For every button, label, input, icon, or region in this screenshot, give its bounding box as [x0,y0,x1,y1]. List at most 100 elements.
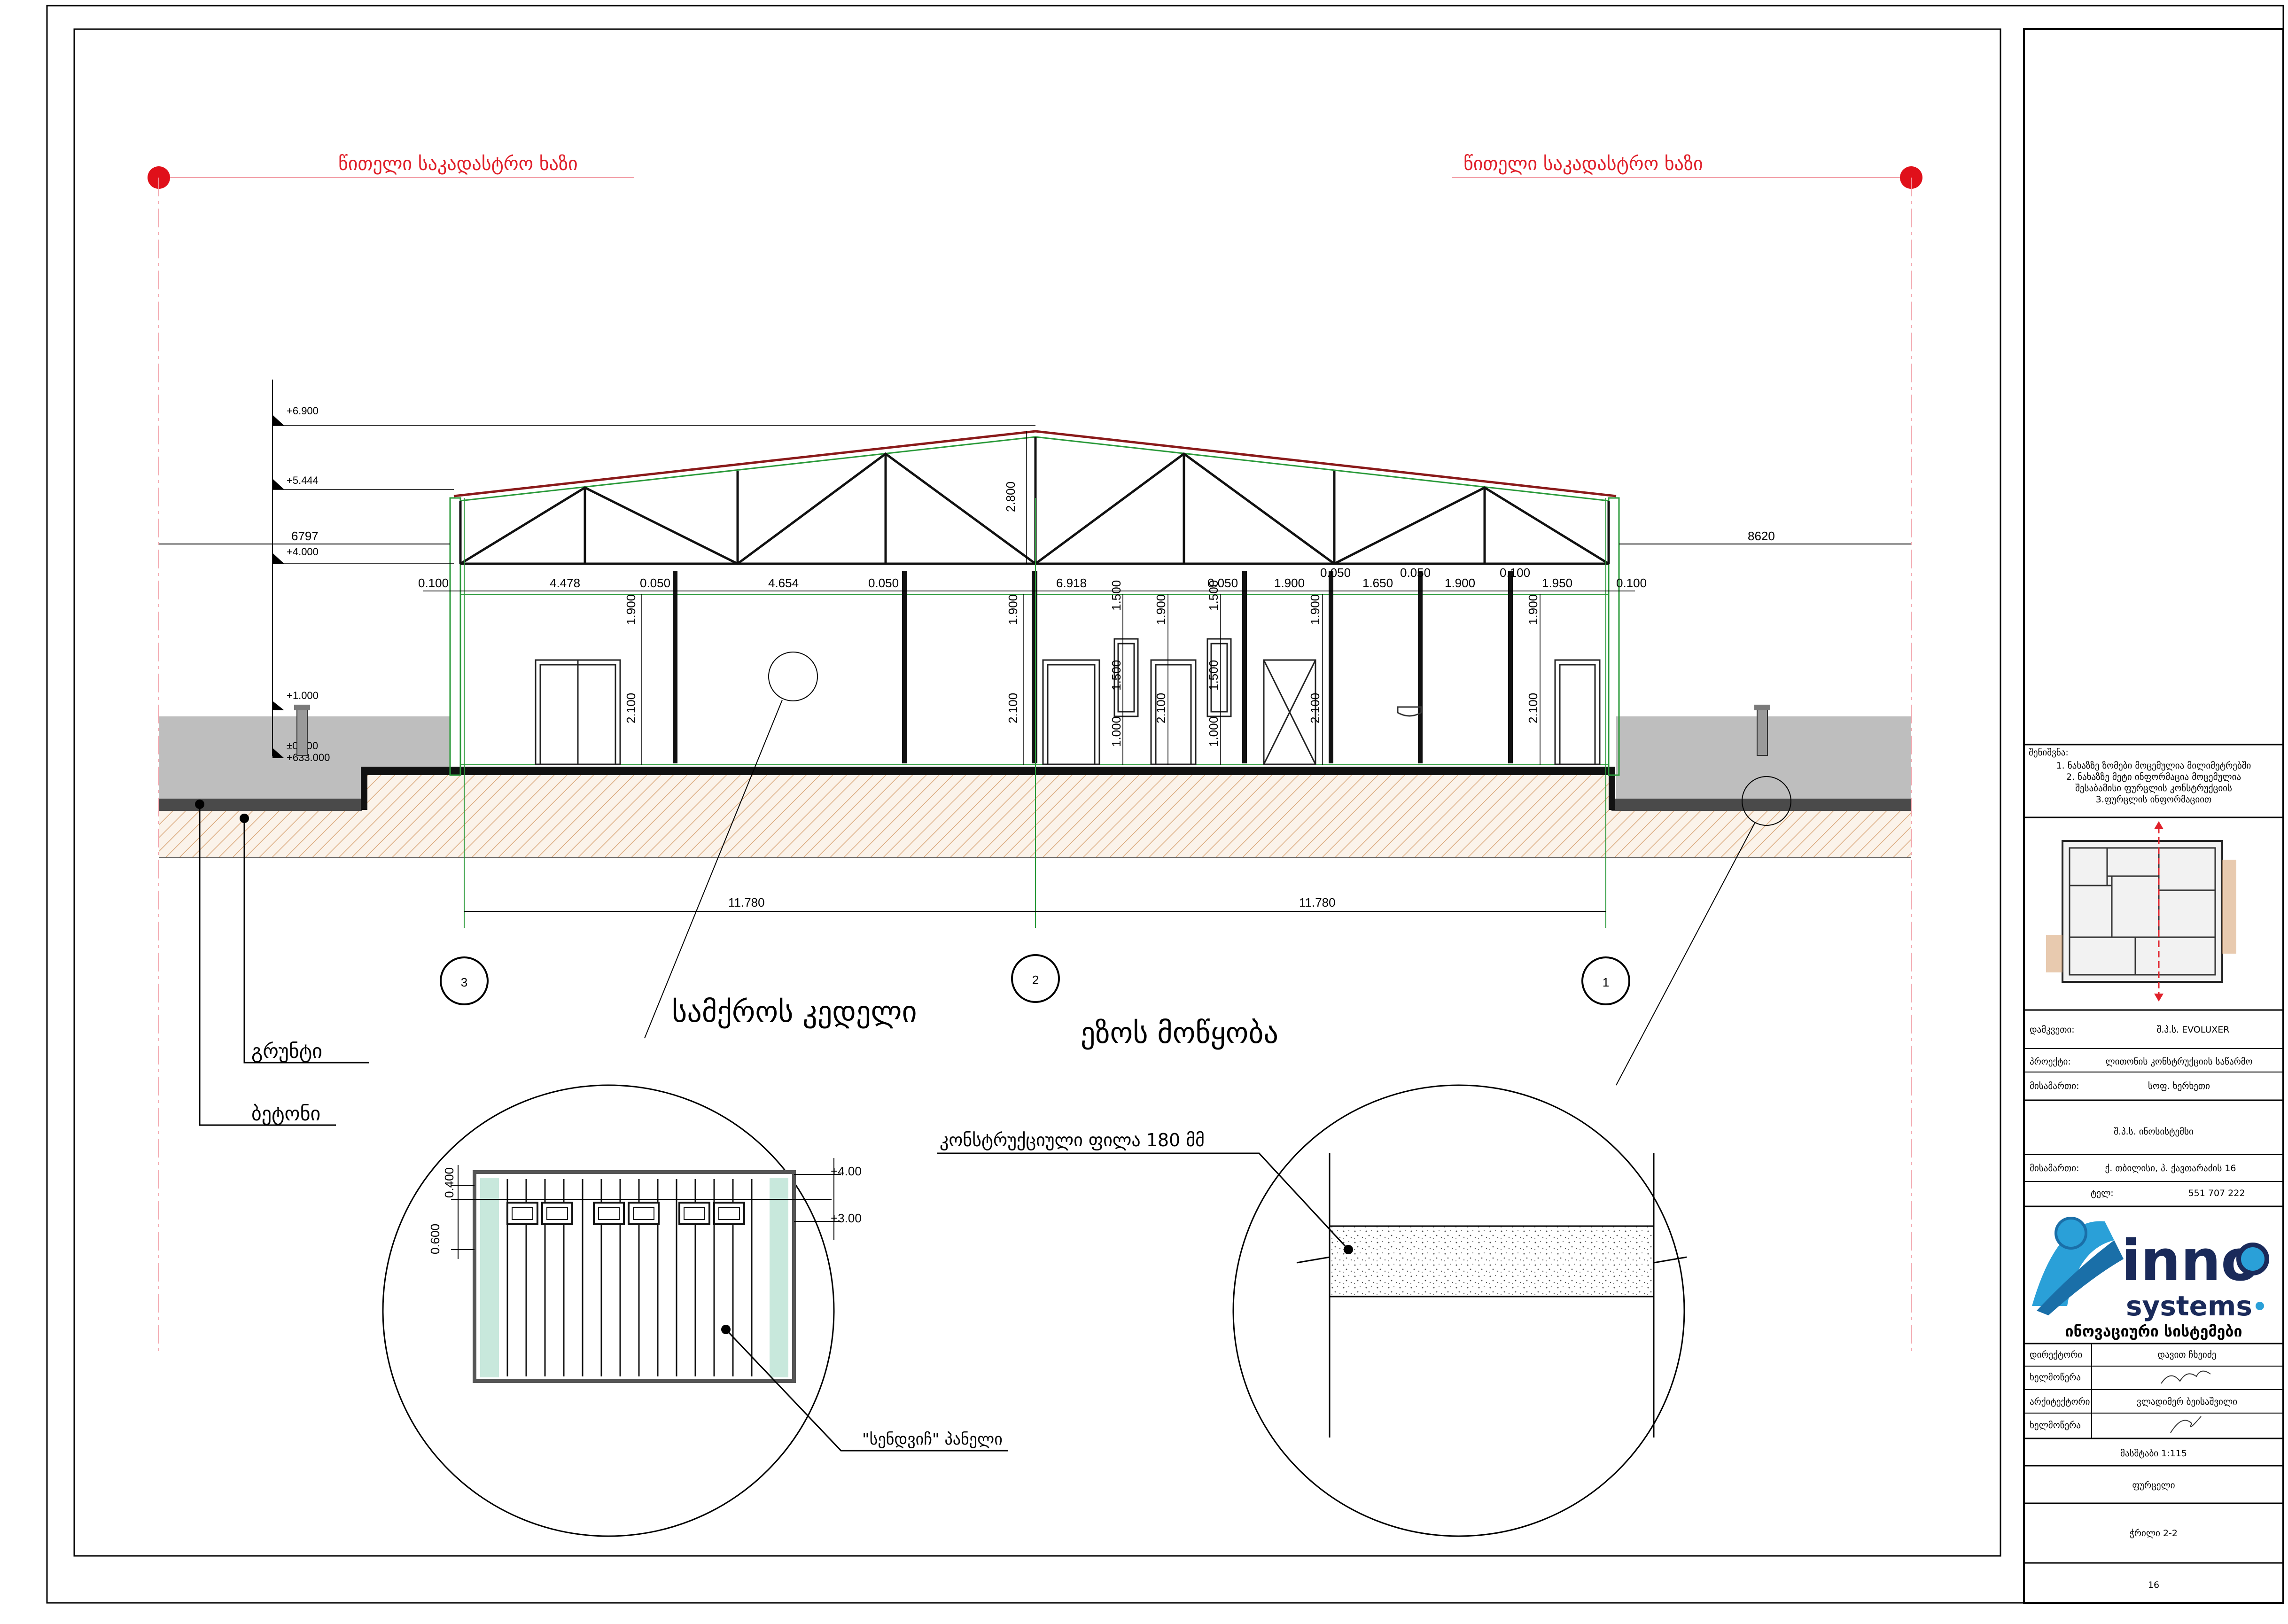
company-name: შ.პ.ს. ინოსისტემსი [2114,1127,2194,1137]
svg-text:1.500: 1.500 [1206,580,1221,611]
dim-left-gap: 6797 [291,529,319,543]
svg-text:2: 2 [1032,973,1039,987]
client-name: შ.პ.ს. EVOLUXER [2157,1025,2230,1035]
section-drawing: წითელი საკადასტრო ხაზი წითელი საკადასტრო… [46,5,2284,1604]
cadastral-label-right: წითელი საკადასტრო ხაზი [1463,153,1703,175]
partitions [673,571,1513,763]
wall-left [449,497,461,776]
svg-text:დამკვეთი:: დამკვეთი: [2030,1025,2075,1035]
svg-text:დირექტორი: დირექტორი [2030,1350,2082,1360]
svg-text:0.100: 0.100 [1616,576,1647,590]
wall-detail: 0.400 0.600 +4.00 +3.00 "სენდვიჩ" პანელი [382,1084,1008,1537]
svg-text:1.950: 1.950 [1542,576,1572,590]
title-block: შენიშვნა: 1. ნახაზზე ზომები მოცემულია მი… [2023,28,2284,1604]
vertical-dims [641,594,1541,765]
ground-label: გრუნტი [251,1040,322,1063]
svg-text:შენიშვნა:: შენიშვნა: [2029,747,2069,758]
svg-text:2.100: 2.100 [1526,693,1540,723]
svg-text:0.100: 0.100 [1500,566,1530,580]
wall-detail-title: სამქროს კედელი [672,995,917,1029]
svg-text:0.600: 0.600 [428,1224,442,1254]
slab-label: კონსტრუქციული ფილა 180 მმ [940,1130,1205,1150]
svg-text:1.000: 1.000 [1206,716,1221,747]
svg-text:პროექტი:: პროექტი: [2030,1057,2071,1067]
svg-text:ხელმოწერა: ხელმოწერა [2030,1372,2081,1383]
svg-text:3.ფურცლის ინფორმაციით: 3.ფურცლის ინფორმაციით [2096,794,2212,805]
svg-text:2.100: 2.100 [1308,693,1322,723]
roof-trusses [459,437,1610,565]
sandwich-label: "სენდვიჩ" პანელი [862,1430,1003,1449]
svg-text:1.900: 1.900 [1274,576,1305,590]
svg-text:1.500: 1.500 [1109,660,1123,691]
svg-text:ქ. თბილისი, პ. ქავთარაძის 16: ქ. თბილისი, პ. ქავთარაძის 16 [2105,1163,2236,1173]
concrete-label: ბეტონი [251,1102,320,1125]
svg-text:551 707 222: 551 707 222 [2188,1188,2245,1198]
vent-pipe-left [296,708,308,756]
svg-text:0.050: 0.050 [1400,566,1431,580]
svg-text:დავით ჩხეიძე: დავით ჩხეიძე [2158,1350,2217,1360]
vent-pipe-right [1757,708,1768,756]
svg-text:2.100: 2.100 [624,693,638,723]
svg-text:0.050: 0.050 [1320,566,1351,580]
svg-text:2. ნახაზზე მეტი ინფორმაცია მოც: 2. ნახაზზე მეტი ინფორმაცია მოცემულია [2066,772,2241,782]
svg-text:ვლადიმერ ბეისაშვილი: ვლადიმერ ბეისაშვილი [2137,1397,2237,1407]
sheet-name: ჭრილი 2-2 [2130,1528,2178,1539]
axis-bubble-1: 1 [1581,956,1630,1005]
dim-ridge: 2.800 [1004,482,1018,512]
svg-text:systems: systems [2126,1290,2252,1322]
svg-text:1.900: 1.900 [1308,594,1322,625]
svg-text:0.400: 0.400 [442,1167,456,1198]
yard-detail: კონსტრუქციული ფილა 180 მმ [937,1084,1687,1537]
cadastral-label-left: წითელი საკადასტრო ხაზი [338,153,578,175]
svg-text:1.650: 1.650 [1362,576,1393,590]
svg-text:1.900: 1.900 [1006,594,1020,625]
axis-dim-2-1: 11.780 [1299,895,1336,909]
floor-slab [361,767,1615,775]
svg-text:4.478: 4.478 [550,576,580,590]
doors [535,659,1601,765]
svg-text:სოფ. ხერხეთი: სოფ. ხერხეთი [2148,1081,2210,1091]
axis-dim-3-2: 11.780 [728,895,765,909]
svg-text:1.000: 1.000 [1109,716,1123,747]
svg-text:1: 1 [1603,975,1609,989]
svg-text:არქიტექტორი: არქიტექტორი [2030,1397,2090,1407]
svg-text:1.900: 1.900 [1526,594,1540,625]
level-5444: +5.444 [287,474,319,486]
level-markers: +6.900 +5.444 +4.000 +1.000 ±0.000 +633.… [272,380,1035,763]
svg-text:1.900: 1.900 [1445,576,1475,590]
svg-text:1.500: 1.500 [1206,660,1221,691]
scale-text: მასშტაბი 1:115 [2120,1448,2187,1459]
svg-text:მისამართი:: მისამართი: [2030,1081,2079,1091]
svg-text:ლითონის კონსტრუქციის საწარმო: ლითონის კონსტრუქციის საწარმო [2105,1057,2252,1067]
svg-text:2.100: 2.100 [1154,693,1168,723]
company-logo: inno systems ინოვაციური სისტემები [2032,1217,2269,1340]
svg-text:ფურცელი: ფურცელი [2132,1480,2175,1491]
axis-bubble-3: 3 [440,956,489,1005]
level-633: +633.000 [287,752,330,763]
signature-architect [2170,1416,2202,1433]
sheet-number: 16 [2148,1580,2159,1590]
svg-text:1.900: 1.900 [1154,594,1168,625]
svg-text:6.918: 6.918 [1056,576,1087,590]
level-4000: +4.000 [287,546,319,558]
svg-text:3: 3 [461,975,467,989]
svg-text:ინოვაციური სისტემები: ინოვაციური სისტემები [2065,1322,2242,1340]
svg-text:+4.00: +4.00 [831,1164,862,1178]
axis-bubble-2: 2 [1011,954,1060,1003]
svg-text:0.050: 0.050 [868,576,899,590]
svg-text:1.500: 1.500 [1109,580,1123,611]
svg-text:ტელ:: ტელ: [2091,1188,2114,1198]
svg-text:შესაბამისი ფურცლის კონსტრუქციი: შესაბამისი ფურცლის კონსტრუქციის [2075,783,2232,793]
signature-director [2161,1370,2211,1384]
level-1000: +1.000 [287,690,319,701]
svg-text:1. ნახაზზე ზომები მოცემულია მი: 1. ნახაზზე ზომები მოცემულია მილიმეტრებში [2056,761,2251,771]
svg-text:0.100: 0.100 [418,576,449,590]
svg-text:4.654: 4.654 [768,576,799,590]
sink-icon [1397,706,1422,717]
ground-under-slab [362,774,1611,811]
svg-text:მისამართი:: მისამართი: [2030,1163,2079,1173]
key-plan [2046,821,2236,1002]
svg-text:ხელმოწერა: ხელმოწერა [2030,1420,2081,1430]
yard-detail-title: ეზოს მოწყობა [1081,1016,1278,1050]
svg-text:0.050: 0.050 [640,576,670,590]
